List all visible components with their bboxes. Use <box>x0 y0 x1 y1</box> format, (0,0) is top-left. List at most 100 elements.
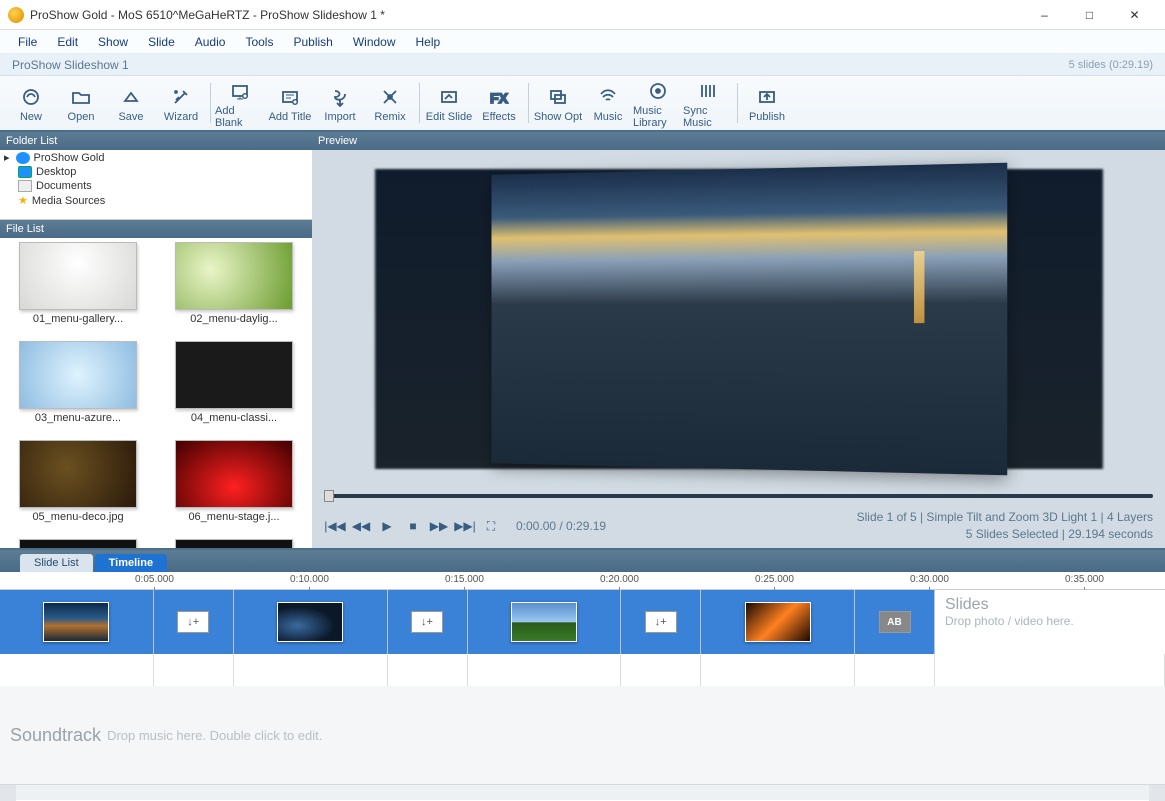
minimize-button[interactable]: – <box>1022 0 1067 30</box>
skip-end-button[interactable]: ▶▶| <box>454 515 476 537</box>
timeline-slides-row[interactable]: ↓+ ↓+ ↓+ AB Slides Drop photo / video he… <box>0 590 1165 654</box>
rewind-button[interactable]: ◀◀ <box>350 515 372 537</box>
slide-count: 5 slides (0:29.19) <box>1069 59 1153 71</box>
toolbar-publish-button[interactable]: Publish <box>742 77 792 129</box>
toolbar-save-button[interactable]: Save <box>106 77 156 129</box>
menu-show[interactable]: Show <box>90 32 136 52</box>
thumbnail-image <box>19 341 137 409</box>
timeline-transition[interactable]: AB <box>855 590 935 654</box>
soundtrack-row[interactable]: Soundtrack Drop music here. Double click… <box>0 686 1165 784</box>
file-thumbnail[interactable]: 06_menu-stage.j... <box>160 440 308 535</box>
toolbar-wizard-button[interactable]: Wizard <box>156 77 206 129</box>
publish-icon <box>757 83 777 111</box>
file-thumbnail[interactable]: 02_menu-daylig... <box>160 242 308 337</box>
fullscreen-button[interactable]: ⛶ <box>480 515 502 537</box>
toolbar-edit-slide-button[interactable]: Edit Slide <box>424 77 474 129</box>
toolbar-music-library-button[interactable]: Music Library <box>633 77 683 129</box>
timeline-slide[interactable] <box>234 590 388 654</box>
timeline-timing-row[interactable] <box>0 654 1165 686</box>
toolbar-add-blank-button[interactable]: Add Blank <box>215 77 265 129</box>
file-thumbnail[interactable]: 04_menu-classi... <box>160 341 308 436</box>
toolbar-remix-button[interactable]: Remix <box>365 77 415 129</box>
folder-item[interactable]: Documents <box>0 179 312 193</box>
folder-item[interactable]: ★Media Sources <box>0 193 312 208</box>
close-button[interactable]: ✕ <box>1112 0 1157 30</box>
tab-slide-list[interactable]: Slide List <box>20 554 93 572</box>
menu-help[interactable]: Help <box>408 32 449 52</box>
file-thumbnail[interactable]: 05_menu-deco.jpg <box>4 440 152 535</box>
new-icon <box>21 83 41 111</box>
slides-dropzone[interactable]: Slides Drop photo / video here. <box>935 590 1165 654</box>
timeline-transition[interactable]: ↓+ <box>388 590 468 654</box>
timeline-slide[interactable] <box>0 590 154 654</box>
toolbar-label: Music Library <box>633 105 683 129</box>
menu-publish[interactable]: Publish <box>285 32 340 52</box>
toolbar-import-button[interactable]: Import <box>315 77 365 129</box>
toolbar-open-button[interactable]: Open <box>56 77 106 129</box>
thumbnail-image <box>175 242 293 310</box>
scrubber[interactable] <box>312 488 1165 504</box>
toolbar-label: Save <box>118 111 143 123</box>
menu-slide[interactable]: Slide <box>140 32 183 52</box>
time-mark: 0:35.000 <box>1065 574 1104 585</box>
toolbar-music-button[interactable]: Music <box>583 77 633 129</box>
file-thumbnail[interactable]: 01_menu-gallery... <box>4 242 152 337</box>
open-icon <box>71 83 91 111</box>
folder-tree[interactable]: ▸ProShow GoldDesktopDocuments★Media Sour… <box>0 150 312 220</box>
thumbnail-label: 02_menu-daylig... <box>190 313 277 325</box>
remix-icon <box>380 83 400 111</box>
svg-text:FX: FX <box>490 90 509 106</box>
addblank-icon <box>230 77 250 105</box>
folder-item[interactable]: ▸ProShow Gold <box>0 150 312 165</box>
playback-time: 0:00.00 / 0:29.19 <box>516 519 606 533</box>
folder-item[interactable]: Desktop <box>0 165 312 179</box>
forward-button[interactable]: ▶▶ <box>428 515 450 537</box>
play-button[interactable]: ▶ <box>376 515 398 537</box>
sync-icon <box>698 77 718 105</box>
window-title: ProShow Gold - MoS 6510^MeGaHeRTZ - ProS… <box>30 8 1022 22</box>
file-thumbnail[interactable]: 03_menu-azure... <box>4 341 152 436</box>
file-list[interactable]: 01_menu-gallery... 02_menu-daylig... 03_me… <box>0 238 312 548</box>
thumbnail-label: 06_menu-stage.j... <box>188 511 279 523</box>
preview-header: Preview <box>312 132 1165 150</box>
preview-area[interactable] <box>312 150 1165 488</box>
menu-tools[interactable]: Tools <box>237 32 281 52</box>
dropzone-heading: Slides <box>945 596 1155 614</box>
toolbar-label: Add Title <box>269 111 312 123</box>
toolbar-new-button[interactable]: New <box>6 77 56 129</box>
maximize-button[interactable]: □ <box>1067 0 1112 30</box>
stop-button[interactable]: ■ <box>402 515 424 537</box>
skip-start-button[interactable]: |◀◀ <box>324 515 346 537</box>
toolbar-label: Import <box>324 111 355 123</box>
globe-icon <box>16 152 30 164</box>
bottom-tabs: Slide List Timeline <box>0 550 1165 572</box>
timeline-transition[interactable]: ↓+ <box>154 590 234 654</box>
time-ruler[interactable]: 0:05.0000:10.0000:15.0000:20.0000:25.000… <box>0 572 1165 590</box>
toolbar-label: Publish <box>749 111 785 123</box>
timeline-slide[interactable] <box>468 590 622 654</box>
toolbar-add-title-button[interactable]: Add Title <box>265 77 315 129</box>
menu-file[interactable]: File <box>10 32 45 52</box>
toolbar-show-opt-button[interactable]: Show Opt <box>533 77 583 129</box>
soundtrack-heading: Soundtrack <box>10 725 101 746</box>
horizontal-scrollbar[interactable] <box>0 784 1165 800</box>
tab-timeline[interactable]: Timeline <box>95 554 167 572</box>
thumbnail-label: 04_menu-classi... <box>191 412 277 424</box>
star-icon: ★ <box>18 194 28 207</box>
toolbar-label: Show Opt <box>534 111 582 123</box>
project-bar: ProShow Slideshow 1 5 slides (0:29.19) <box>0 54 1165 76</box>
editslide-icon <box>439 83 459 111</box>
time-mark: 0:15.000 <box>445 574 484 585</box>
toolbar-effects-button[interactable]: FXEffects <box>474 77 524 129</box>
menubar: FileEditShowSlideAudioToolsPublishWindow… <box>0 30 1165 54</box>
musiclib-icon <box>648 77 668 105</box>
toolbar-sync-music-button[interactable]: Sync Music <box>683 77 733 129</box>
scrubber-thumb[interactable] <box>324 490 334 502</box>
menu-audio[interactable]: Audio <box>187 32 234 52</box>
menu-edit[interactable]: Edit <box>49 32 86 52</box>
timeline-transition[interactable]: ↓+ <box>621 590 701 654</box>
thumbnail-image <box>175 440 293 508</box>
timeline-slide[interactable] <box>701 590 855 654</box>
menu-window[interactable]: Window <box>345 32 404 52</box>
dropzone-hint: Drop photo / video here. <box>945 614 1155 628</box>
